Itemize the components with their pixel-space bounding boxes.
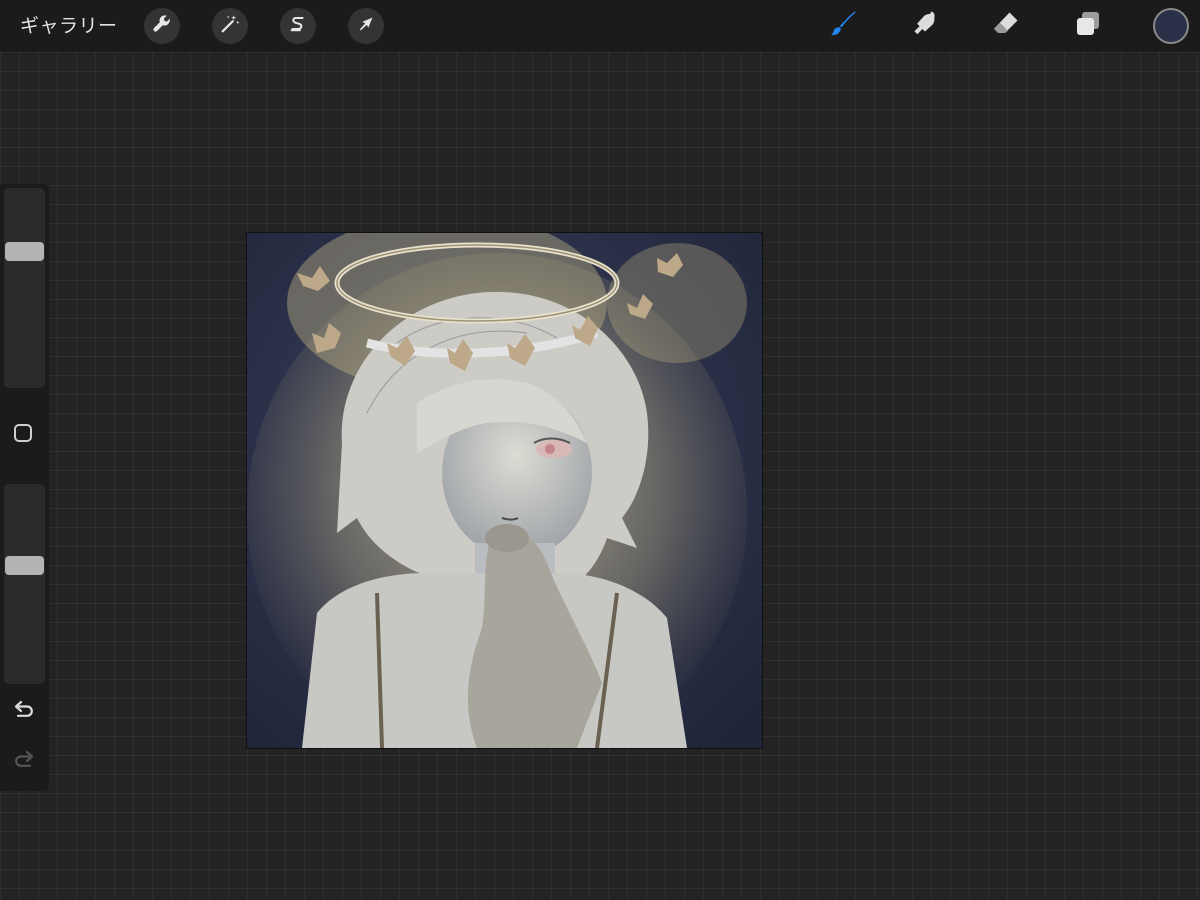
selection-s-icon bbox=[287, 13, 309, 39]
undo-button[interactable] bbox=[10, 697, 38, 725]
left-sidebar bbox=[0, 184, 49, 791]
undo-icon bbox=[12, 697, 36, 725]
wrench-icon bbox=[151, 13, 173, 39]
layers-icon bbox=[1072, 8, 1104, 44]
eraser-icon bbox=[990, 8, 1022, 44]
arrow-cursor-icon bbox=[355, 13, 377, 39]
brush-size-handle[interactable] bbox=[5, 242, 44, 261]
smudge-tool[interactable] bbox=[907, 9, 943, 43]
selection-button[interactable] bbox=[280, 8, 316, 44]
actions-button[interactable] bbox=[144, 8, 180, 44]
layers-tool[interactable] bbox=[1070, 9, 1106, 43]
transform-button[interactable] bbox=[348, 8, 384, 44]
color-swatch[interactable] bbox=[1153, 8, 1189, 44]
eraser-tool[interactable] bbox=[988, 9, 1024, 43]
brush-size-slider[interactable] bbox=[4, 188, 45, 388]
gallery-button[interactable]: ギャラリー bbox=[20, 13, 118, 39]
top-toolbar: ギャラリー bbox=[0, 0, 1200, 52]
brush-tool[interactable] bbox=[826, 9, 862, 43]
drawing-canvas[interactable] bbox=[247, 233, 762, 748]
opacity-slider[interactable] bbox=[4, 484, 45, 684]
adjustments-button[interactable] bbox=[212, 8, 248, 44]
smudge-finger-icon bbox=[909, 8, 941, 44]
redo-button[interactable] bbox=[10, 747, 38, 775]
modify-button[interactable] bbox=[14, 424, 32, 442]
artwork bbox=[247, 233, 762, 748]
magic-wand-icon bbox=[219, 13, 241, 39]
opacity-handle[interactable] bbox=[5, 556, 44, 575]
brush-icon bbox=[828, 8, 860, 44]
redo-icon bbox=[12, 747, 36, 775]
